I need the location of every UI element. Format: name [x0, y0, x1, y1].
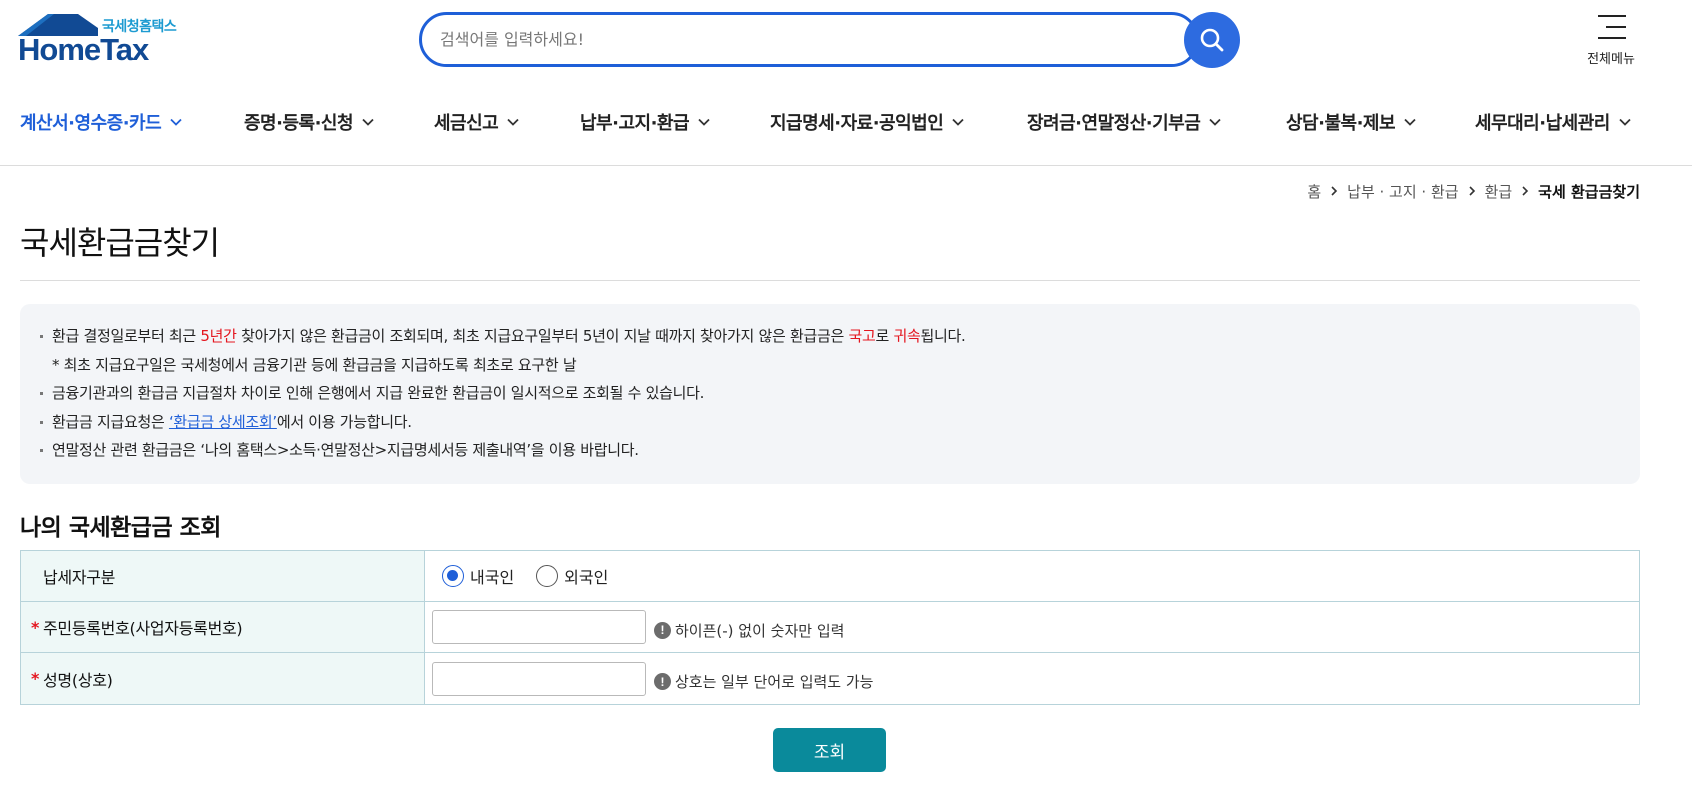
notice-text: 금융기관과의 환급금 지급절차 차이로 인해 은행에서 지급 완료한 환급금이 …	[52, 384, 705, 402]
taxpayer-type-cell: 내국인 외국인	[426, 551, 1639, 601]
hamburger-icon	[1598, 15, 1626, 39]
exclamation-icon: !	[654, 673, 671, 690]
chevron-down-icon	[362, 118, 374, 126]
radio-domestic-label: 내국인	[470, 568, 515, 587]
id-number-hint: ! 하이픈(-) 없이 숫자만 입력	[654, 620, 844, 641]
chevron-down-icon	[952, 118, 964, 126]
notice-item-footnote: * 최초 지급요구일은 국세청에서 금융기관 등에 환급금을 지급하도록 최초로…	[40, 351, 1640, 380]
form-row-id-number: * 주민등록번호(사업자등록번호) ! 하이픈(-) 없이 숫자만 입력	[21, 602, 1639, 653]
id-number-hint-text: 하이픈(-) 없이 숫자만 입력	[675, 621, 845, 640]
bullet-dot	[40, 392, 43, 395]
header: 국세청홈택스 HomeTax 전체메뉴	[0, 0, 1692, 82]
gnb-item-label: 세무대리·납세관리	[1475, 113, 1610, 134]
taxpayer-type-radio-group: 내국인 외국인	[426, 564, 608, 588]
all-menu-button[interactable]: 전체메뉴	[1576, 10, 1646, 70]
gnb-item-payment-statement[interactable]: 지급명세·자료·공익법인	[770, 104, 964, 140]
search-icon	[1200, 28, 1224, 52]
gnb-item-certificate-registration[interactable]: 증명·등록·신청	[244, 104, 374, 140]
required-mark: *	[31, 669, 40, 688]
gnb-item-consultation-appeal[interactable]: 상담·불복·제보	[1286, 104, 1416, 140]
notice-text: 에서 이용 가능합니다.	[276, 412, 412, 431]
id-number-label: 주민등록번호(사업자등록번호)	[43, 619, 243, 638]
gnb-item-tax-filing[interactable]: 세금신고	[434, 104, 519, 140]
refund-inquiry-form: 납세자구분 내국인 외국인 * 주민등록번호(사업자등록번호) ! 하이픈(-)…	[20, 550, 1640, 705]
breadcrumb-home[interactable]: 홈	[1307, 181, 1321, 202]
notice-item-bank-delay: 금융기관과의 환급금 지급절차 차이로 인해 은행에서 지급 완료한 환급금이 …	[40, 379, 1640, 408]
name-cell: ! 상호는 일부 단어로 입력도 가능	[426, 653, 1639, 704]
gnb-item-invoice-receipt-card[interactable]: 계산서·영수증·카드	[20, 104, 182, 140]
breadcrumb-refund[interactable]: 환급	[1485, 181, 1513, 202]
gnb-item-label: 납부·고지·환급	[580, 113, 690, 134]
search-box	[419, 12, 1199, 67]
taxpayer-type-label: 납세자구분	[21, 551, 425, 601]
refund-detail-link[interactable]: ‘환급금 상세조회’	[169, 413, 277, 431]
notice-text: * 최초 지급요구일은 국세청에서 금융기관 등에 환급금을 지급하도록 최초로…	[52, 355, 577, 374]
gnb-item-label: 증명·등록·신청	[244, 113, 354, 134]
radio-foreign-label: 외국인	[564, 568, 609, 587]
chevron-right-icon	[1331, 186, 1338, 196]
chevron-right-icon	[1522, 186, 1529, 196]
breadcrumb: 홈 납부 · 고지 · 환급 환급 국세 환급금찾기	[1307, 180, 1640, 202]
gnb-item-payment-notice-refund[interactable]: 납부·고지·환급	[580, 104, 710, 140]
title-divider	[20, 280, 1640, 281]
gnb-item-label: 상담·불복·제보	[1286, 113, 1396, 134]
gnb-item-tax-agent[interactable]: 세무대리·납세관리	[1475, 104, 1631, 140]
chevron-right-icon	[1468, 186, 1475, 196]
gnb-item-incentive-yearend[interactable]: 장려금·연말정산·기부금	[1027, 104, 1221, 140]
inquiry-submit-button[interactable]: 조회	[773, 728, 886, 772]
form-row-name: * 성명(상호) ! 상호는 일부 단어로 입력도 가능	[21, 653, 1639, 704]
name-hint-text: 상호는 일부 단어로 입력도 가능	[675, 673, 874, 691]
chevron-down-icon	[1619, 118, 1631, 126]
notice-highlight: 국고	[848, 327, 876, 345]
notice-highlight: 귀속	[893, 327, 921, 345]
name-label: 성명(상호)	[43, 670, 113, 690]
bullet-dot	[40, 449, 43, 452]
bullet-dot	[40, 420, 43, 424]
chevron-down-icon	[1209, 118, 1221, 126]
chevron-down-icon	[170, 118, 182, 126]
notice-text: 됩니다.	[920, 327, 966, 345]
notice-box: 환급 결정일로부터 최근 5년간 찾아가지 않은 환급금이 조회되며, 최초 지…	[20, 304, 1640, 484]
main-navigation: 계산서·영수증·카드 증명·등록·신청 세금신고 납부·고지·환급 지급명세·자…	[0, 96, 1692, 166]
id-number-label-cell: * 주민등록번호(사업자등록번호)	[21, 602, 425, 652]
id-number-input[interactable]	[432, 610, 646, 644]
bullet-dot	[40, 335, 43, 338]
section-title: 나의 국세환급금 조회	[20, 515, 221, 541]
id-number-cell: ! 하이픈(-) 없이 숫자만 입력	[426, 602, 1639, 652]
chevron-down-icon	[698, 118, 710, 126]
gnb-item-label: 계산서·영수증·카드	[20, 113, 162, 134]
radio-foreign-indicator[interactable]	[536, 565, 559, 587]
notice-text: 로	[875, 327, 894, 345]
hometax-logo[interactable]: 국세청홈택스 HomeTax	[18, 14, 190, 66]
all-menu-label: 전체메뉴	[1587, 52, 1635, 67]
radio-foreign[interactable]: 외국인	[536, 564, 608, 588]
breadcrumb-current: 국세 환급금찾기	[1538, 182, 1640, 201]
notice-text: 연말정산 관련 환급금은 ‘나의 홈택스>소득·연말정산>지급명세서등 제출내역…	[52, 441, 639, 459]
gnb-item-label: 장려금·연말정산·기부금	[1027, 113, 1201, 134]
name-input[interactable]	[432, 661, 646, 696]
required-mark: *	[31, 617, 40, 637]
chevron-down-icon	[507, 118, 519, 126]
gnb-item-label: 세금신고	[434, 113, 499, 134]
search-input[interactable]	[440, 15, 1140, 64]
notice-text: 찾아가지 않은 환급금이 조회되며, 최초 지급요구일부터 5년이 지날 때까지…	[236, 327, 849, 345]
exclamation-icon: !	[654, 621, 671, 639]
name-hint: ! 상호는 일부 단어로 입력도 가능	[654, 671, 873, 692]
radio-domestic-indicator[interactable]	[442, 565, 464, 587]
page-title: 국세환급금찾기	[20, 224, 220, 262]
notice-text: 환급 결정일로부터 최근	[52, 327, 201, 345]
search-button[interactable]	[1184, 12, 1240, 68]
logo-wordmark: HomeTax	[18, 32, 149, 67]
chevron-down-icon	[1404, 118, 1416, 126]
radio-domestic[interactable]: 내국인	[442, 564, 514, 588]
notice-item-yearend: 연말정산 관련 환급금은 ‘나의 홈택스>소득·연말정산>지급명세서등 제출내역…	[40, 436, 1640, 465]
notice-item-payment-request: 환급금 지급요청은 ‘환급금 상세조회’에서 이용 가능합니다.	[40, 408, 1640, 437]
gnb-item-label: 지급명세·자료·공익법인	[770, 113, 944, 134]
name-label-cell: * 성명(상호)	[21, 653, 425, 704]
breadcrumb-payment[interactable]: 납부 · 고지 · 환급	[1347, 181, 1458, 202]
form-row-taxpayer-type: 납세자구분 내국인 외국인	[21, 551, 1639, 602]
notice-text: 환급금 지급요청은	[52, 412, 169, 431]
notice-item-retention: 환급 결정일로부터 최근 5년간 찾아가지 않은 환급금이 조회되며, 최초 지…	[40, 322, 1640, 351]
notice-highlight: 5년간	[200, 327, 237, 345]
